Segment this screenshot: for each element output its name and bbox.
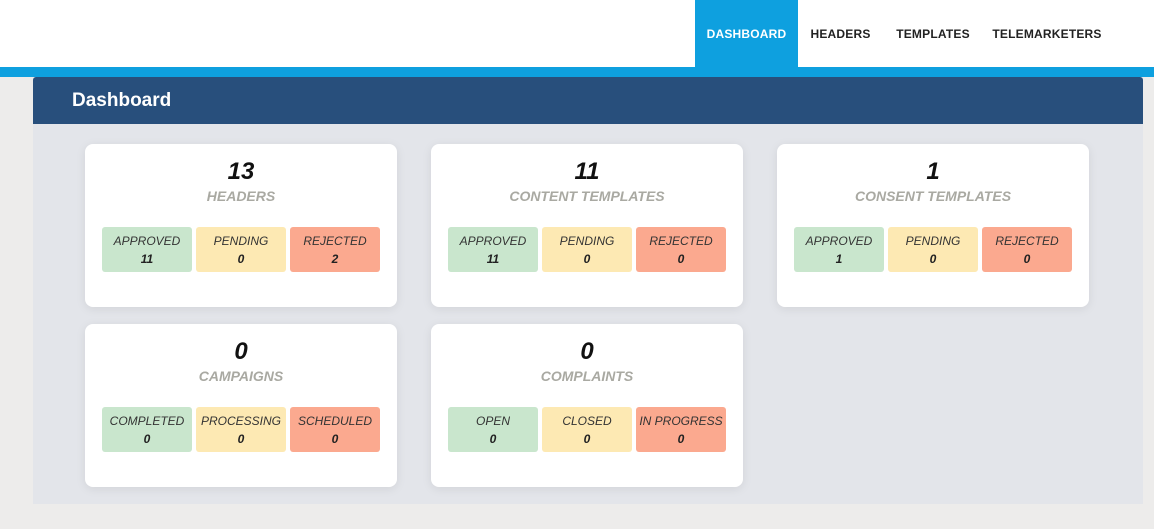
card-label: HEADERS — [206, 188, 276, 204]
stat-name: REJECTED — [995, 234, 1059, 248]
stat-value: 0 — [331, 432, 339, 446]
stat-approved[interactable]: APPROVED 11 — [102, 227, 192, 272]
dashboard-panel: Dashboard 13 HEADERS APPROVED 11 PENDING 0… — [33, 77, 1143, 504]
stat-value: 1 — [835, 252, 843, 266]
stat-name: APPROVED — [113, 234, 181, 248]
stat-name: REJECTED — [303, 234, 367, 248]
nav-templates[interactable]: TEMPLATES — [883, 0, 983, 67]
card-label: COMPLAINTS — [540, 368, 634, 384]
stat-name: OPEN — [475, 414, 510, 428]
stat-rejected[interactable]: REJECTED 0 — [982, 227, 1072, 272]
stat-name: APPROVED — [459, 234, 527, 248]
stat-value: 0 — [677, 252, 685, 266]
campaigns-card[interactable]: 0 CAMPAIGNS COMPLETED 0 PROCESSING 0 SCHED… — [85, 324, 397, 487]
card-stats: COMPLETED 0 PROCESSING 0 SCHEDULED 0 — [102, 407, 380, 452]
stat-name: PROCESSING — [200, 414, 281, 428]
nav-dashboard[interactable]: DASHBOARD — [695, 0, 798, 67]
nav-telemarketers[interactable]: TELEMARKETERS — [983, 0, 1111, 67]
card-count: 0 — [580, 338, 594, 365]
card-count: 0 — [234, 338, 248, 365]
nav-headers[interactable]: HEADERS — [798, 0, 883, 67]
stat-approved[interactable]: APPROVED 1 — [794, 227, 884, 272]
headers-card[interactable]: 13 HEADERS APPROVED 11 PENDING 0 REJECTED 2 — [85, 144, 397, 307]
card-label: CONTENT TEMPLATES — [509, 188, 665, 204]
card-stats: APPROVED 11 PENDING 0 REJECTED 2 — [102, 227, 380, 272]
card-count: 13 — [227, 158, 255, 185]
stat-value: 0 — [143, 432, 151, 446]
stat-name: PENDING — [559, 234, 615, 248]
consent-templates-card[interactable]: 1 CONSENT TEMPLATES APPROVED 1 PENDING 0 R… — [777, 144, 1089, 307]
stat-name: IN PROGRESS — [639, 414, 723, 428]
card-count: 11 — [574, 158, 600, 185]
card-count: 1 — [926, 158, 940, 185]
stat-completed[interactable]: COMPLETED 0 — [102, 407, 192, 452]
stat-rejected[interactable]: REJECTED 2 — [290, 227, 380, 272]
stat-name: SCHEDULED — [297, 414, 372, 428]
stat-value: 0 — [237, 432, 245, 446]
card-stats: OPEN 0 CLOSED 0 IN PROGRESS 0 — [448, 407, 726, 452]
stat-rejected[interactable]: REJECTED 0 — [636, 227, 726, 272]
panel-header: Dashboard — [33, 77, 1143, 124]
card-stats: APPROVED 1 PENDING 0 REJECTED 0 — [794, 227, 1072, 272]
stat-value: 0 — [583, 252, 591, 266]
stat-processing[interactable]: PROCESSING 0 — [196, 407, 286, 452]
page-title: Dashboard — [72, 89, 172, 111]
card-label: CAMPAIGNS — [198, 368, 284, 384]
card-label: CONSENT TEMPLATES — [854, 188, 1012, 204]
stat-name: APPROVED — [805, 234, 873, 248]
stat-pending[interactable]: PENDING 0 — [888, 227, 978, 272]
stat-pending[interactable]: PENDING 0 — [196, 227, 286, 272]
stat-name: COMPLETED — [109, 414, 185, 428]
stat-value: 0 — [489, 432, 497, 446]
card-stats: APPROVED 11 PENDING 0 REJECTED 0 — [448, 227, 726, 272]
content-templates-card[interactable]: 11 CONTENT TEMPLATES APPROVED 11 PENDING 0… — [431, 144, 743, 307]
stat-value: 0 — [583, 432, 591, 446]
stat-name: CLOSED — [562, 414, 612, 428]
stat-open[interactable]: OPEN 0 — [448, 407, 538, 452]
complaints-card[interactable]: 0 COMPLAINTS OPEN 0 CLOSED 0 IN PROGRESS 0 — [431, 324, 743, 487]
stat-name: REJECTED — [649, 234, 713, 248]
main-nav: DASHBOARD HEADERS TEMPLATES TELEMARKETER… — [695, 0, 1111, 67]
stat-closed[interactable]: CLOSED 0 — [542, 407, 632, 452]
stat-pending[interactable]: PENDING 0 — [542, 227, 632, 272]
accent-bar — [0, 67, 1154, 77]
stat-value: 0 — [677, 432, 685, 446]
stat-value: 0 — [929, 252, 937, 266]
stat-value: 11 — [486, 252, 500, 266]
stat-value: 11 — [140, 252, 154, 266]
stat-value: 2 — [331, 252, 339, 266]
stat-name: PENDING — [905, 234, 961, 248]
top-navbar: DASHBOARD HEADERS TEMPLATES TELEMARKETER… — [0, 0, 1154, 67]
stat-name: PENDING — [213, 234, 269, 248]
stat-in-progress[interactable]: IN PROGRESS 0 — [636, 407, 726, 452]
stat-value: 0 — [237, 252, 245, 266]
stat-scheduled[interactable]: SCHEDULED 0 — [290, 407, 380, 452]
stat-approved[interactable]: APPROVED 11 — [448, 227, 538, 272]
stat-value: 0 — [1023, 252, 1031, 266]
